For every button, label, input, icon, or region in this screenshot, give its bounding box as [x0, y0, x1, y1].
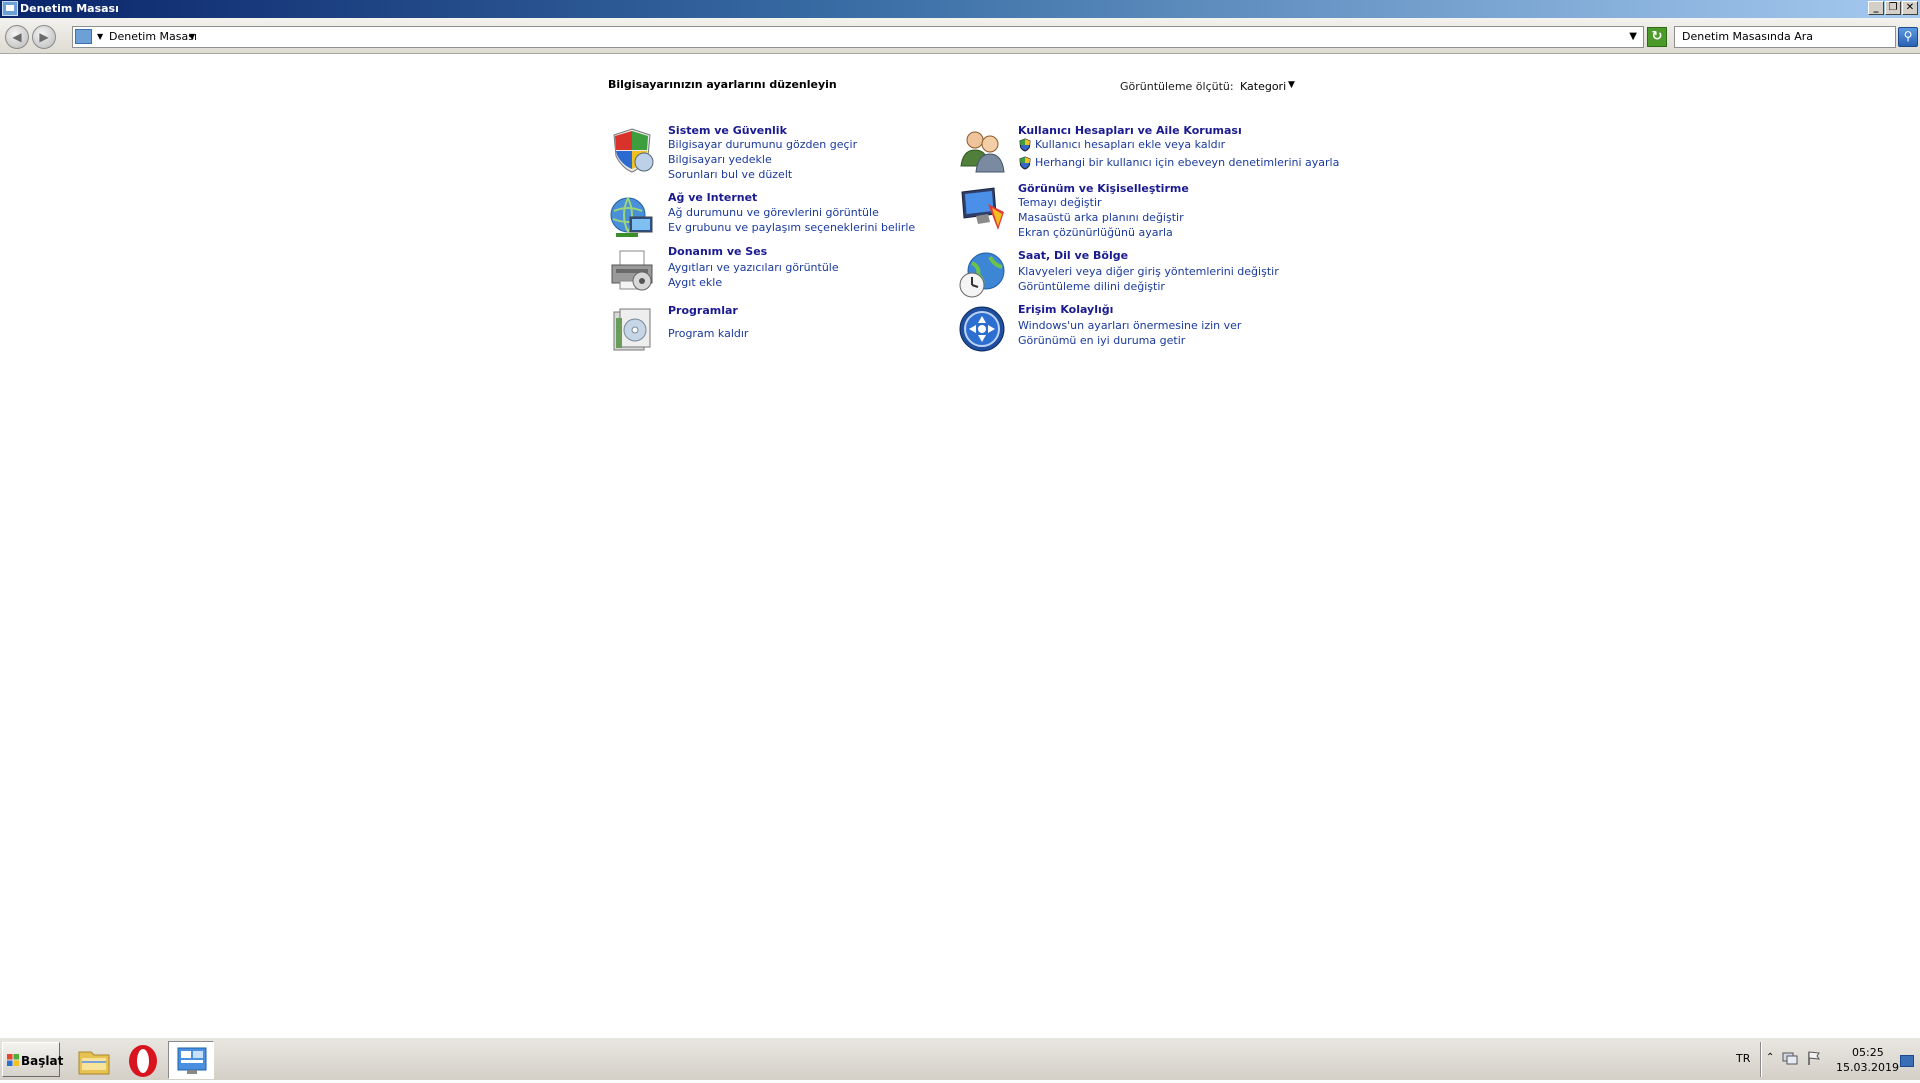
- forward-button[interactable]: ▶: [32, 25, 56, 49]
- category-link[interactable]: Ekran çözünürlüğünü ayarla: [1018, 226, 1173, 239]
- category-network-internet: Ağ ve Internet Ağ durumunu ve görevlerin…: [608, 191, 928, 251]
- category-title[interactable]: Görünüm ve Kişiselleştirme: [1018, 182, 1189, 195]
- category-programs: Programlar Program kaldır: [608, 304, 928, 364]
- show-desktop-button[interactable]: [1900, 1055, 1914, 1067]
- shield-icon[interactable]: [608, 126, 656, 174]
- back-button[interactable]: ◀: [5, 25, 29, 49]
- window-titlebar: Denetim Masası _ ❐ ✕: [0, 0, 1920, 18]
- network-globe-icon[interactable]: [608, 193, 656, 241]
- category-ease-of-access: Erişim Kolaylığı Windows'un ayarları öne…: [958, 303, 1278, 363]
- view-by-dropdown[interactable]: Kategori: [1240, 80, 1286, 93]
- breadcrumb[interactable]: ▼ Denetim Masası ▼ ▼: [72, 26, 1644, 48]
- category-link[interactable]: Herhangi bir kullanıcı için ebeveyn dene…: [1018, 156, 1340, 170]
- category-link[interactable]: Sorunları bul ve düzelt: [668, 168, 792, 181]
- category-link[interactable]: Temayı değiştir: [1018, 196, 1102, 209]
- category-link[interactable]: Görüntüleme dilini değiştir: [1018, 280, 1165, 293]
- opera-icon: [129, 1045, 157, 1077]
- start-label: Başlat: [21, 1054, 64, 1068]
- category-title[interactable]: Erişim Kolaylığı: [1018, 303, 1113, 316]
- address-bar: ◀ ▶ ▼ Denetim Masası ▼ ▼ ↻ Denetim Masas…: [0, 18, 1920, 54]
- category-appearance: Görünüm ve Kişiselleştirme Temayı değişt…: [958, 182, 1278, 242]
- programs-icon[interactable]: [608, 306, 656, 354]
- address-dropdown-icon[interactable]: ▼: [1629, 31, 1637, 42]
- category-user-accounts: Kullanıcı Hesapları ve Aile Koruması Kul…: [958, 124, 1358, 184]
- category-title[interactable]: Ağ ve Internet: [668, 191, 757, 204]
- language-indicator[interactable]: TR: [1736, 1052, 1750, 1065]
- category-link[interactable]: Klavyeleri veya diğer giriş yöntemlerini…: [1018, 265, 1279, 278]
- category-title[interactable]: Sistem ve Güvenlik: [668, 124, 787, 137]
- view-by-label: Görüntüleme ölçütü:: [1120, 80, 1234, 93]
- taskbar-control-panel[interactable]: [168, 1041, 214, 1079]
- search-input[interactable]: Denetim Masasında Ara: [1674, 26, 1896, 48]
- category-link-label: Herhangi bir kullanıcı için ebeveyn dene…: [1035, 156, 1340, 169]
- control-panel-icon: [2, 1, 18, 16]
- refresh-button[interactable]: ↻: [1647, 27, 1667, 47]
- file-explorer-icon: [78, 1051, 110, 1075]
- window-title: Denetim Masası: [20, 2, 119, 15]
- show-hidden-icons-icon[interactable]: ⌃: [1766, 1052, 1774, 1063]
- search-icon[interactable]: ⚲: [1898, 27, 1918, 47]
- category-link[interactable]: Ev grubunu ve paylaşım seçeneklerini bel…: [668, 221, 915, 234]
- category-link[interactable]: Aygıtları ve yazıcıları görüntüle: [668, 261, 839, 274]
- chevron-down-icon[interactable]: ▼: [97, 32, 103, 41]
- category-link[interactable]: Aygıt ekle: [668, 276, 722, 289]
- accessibility-icon[interactable]: [958, 305, 1006, 353]
- uac-shield-icon: [1019, 138, 1031, 152]
- uac-shield-icon: [1019, 156, 1031, 170]
- category-link[interactable]: Masaüstü arka planını değiştir: [1018, 211, 1184, 224]
- category-hardware-sound: Donanım ve Ses Aygıtları ve yazıcıları g…: [608, 245, 928, 305]
- category-link[interactable]: Ağ durumunu ve görevlerini görüntüle: [668, 206, 879, 219]
- taskbar-opera[interactable]: [119, 1041, 165, 1079]
- users-icon[interactable]: [958, 126, 1006, 174]
- taskbar-file-explorer[interactable]: [70, 1041, 116, 1079]
- category-link[interactable]: Program kaldır: [668, 327, 748, 340]
- control-panel-icon: [177, 1047, 207, 1074]
- close-button[interactable]: ✕: [1902, 1, 1918, 15]
- chevron-down-icon[interactable]: ▼: [1288, 80, 1295, 90]
- chevron-down-icon[interactable]: ▼: [189, 32, 195, 41]
- category-title[interactable]: Donanım ve Ses: [668, 245, 767, 258]
- display-icon[interactable]: [958, 184, 1006, 232]
- category-title[interactable]: Kullanıcı Hesapları ve Aile Koruması: [1018, 124, 1242, 137]
- category-link-label: Kullanıcı hesapları ekle veya kaldır: [1035, 138, 1226, 151]
- clock-globe-icon[interactable]: [958, 251, 1006, 299]
- clock-time[interactable]: 05:25: [1852, 1046, 1884, 1059]
- restore-button[interactable]: ❐: [1885, 1, 1901, 15]
- category-link[interactable]: Windows'un ayarları önermesine izin ver: [1018, 319, 1241, 332]
- windows-logo-icon: [7, 1054, 19, 1066]
- tray-separator: [1760, 1042, 1762, 1077]
- action-center-flag-icon[interactable]: [1806, 1051, 1822, 1065]
- network-tray-icon[interactable]: [1782, 1051, 1798, 1065]
- category-link[interactable]: Kullanıcı hesapları ekle veya kaldır: [1018, 138, 1226, 152]
- taskbar: Başlat TR ⌃ 05:25 15.03.2019: [0, 1037, 1920, 1080]
- category-title[interactable]: Saat, Dil ve Bölge: [1018, 249, 1128, 262]
- category-clock-language-region: Saat, Dil ve Bölge Klavyeleri veya diğer…: [958, 249, 1279, 309]
- minimize-button[interactable]: _: [1868, 1, 1884, 15]
- printer-icon[interactable]: [608, 247, 656, 295]
- category-link[interactable]: Görünümü en iyi duruma getir: [1018, 334, 1185, 347]
- category-link[interactable]: Bilgisayar durumunu gözden geçir: [668, 138, 857, 151]
- clock-date[interactable]: 15.03.2019: [1836, 1061, 1899, 1074]
- category-system-security: Sistem ve Güvenlik Bilgisayar durumunu g…: [608, 124, 928, 184]
- start-button[interactable]: Başlat: [2, 1042, 64, 1077]
- category-title[interactable]: Programlar: [668, 304, 738, 317]
- page-title: Bilgisayarınızın ayarlarını düzenleyin: [608, 78, 837, 91]
- breadcrumb-item[interactable]: Denetim Masası: [109, 30, 197, 43]
- category-link[interactable]: Bilgisayarı yedekle: [668, 153, 772, 166]
- control-panel-icon: [75, 29, 92, 44]
